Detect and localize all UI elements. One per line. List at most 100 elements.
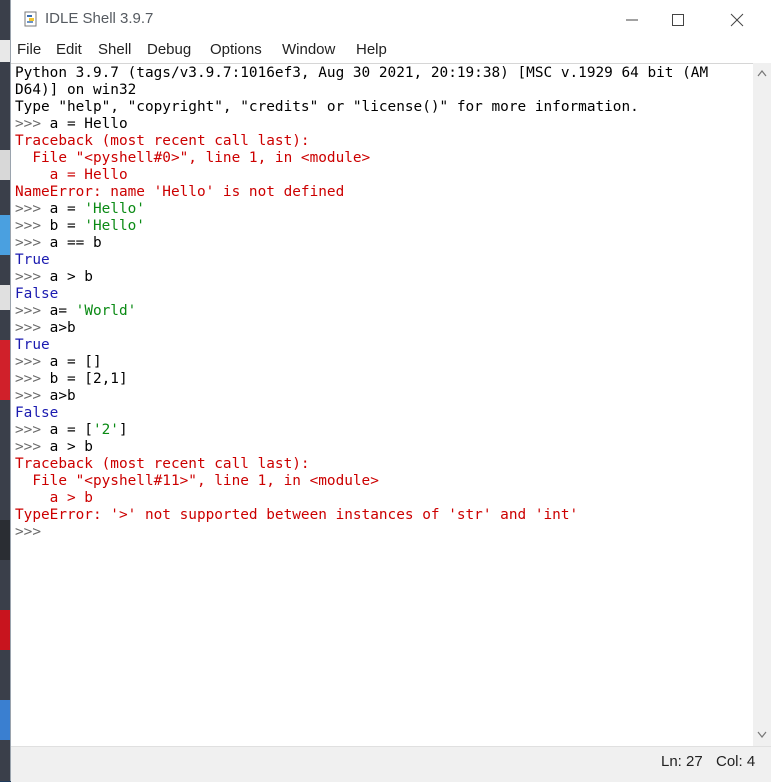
shell-text-segment: Type "help", "copyright", "credits" or "…: [15, 99, 639, 115]
shell-line: >>> a > b: [15, 269, 751, 286]
shell-text-segment: b = [2,1]: [49, 371, 128, 387]
shell-text-segment: a > b: [15, 490, 93, 506]
desktop-icon-fragment: [0, 285, 10, 310]
shell-line: File "<pyshell#11>", line 1, in <module>: [15, 473, 751, 490]
title-bar[interactable]: IDLE Shell 3.9.7: [11, 0, 771, 38]
shell-text-segment: Traceback (most recent call last):: [15, 133, 310, 149]
scroll-down-icon[interactable]: [757, 731, 767, 739]
shell-text-segment: a > b: [49, 439, 93, 455]
shell-line: >>> b = 'Hello': [15, 218, 751, 235]
shell-text-segment: ]: [118, 422, 128, 438]
menu-shell[interactable]: Shell: [98, 41, 131, 58]
shell-prompt: >>>: [15, 422, 50, 438]
shell-prompt: >>>: [15, 303, 50, 319]
shell-line: >>> a>b: [15, 320, 751, 337]
vertical-scrollbar[interactable]: [753, 63, 771, 746]
shell-text-area[interactable]: Python 3.9.7 (tags/v3.9.7:1016ef3, Aug 3…: [11, 63, 753, 747]
desktop-background-strip: [0, 0, 10, 781]
shell-line: D64)] on win32: [15, 82, 751, 99]
shell-prompt: >>>: [15, 320, 50, 336]
shell-line: >>>: [15, 524, 751, 541]
shell-line: True: [15, 337, 751, 354]
shell-text-segment: b =: [49, 218, 85, 234]
shell-line: TypeError: '>' not supported between ins…: [15, 507, 751, 524]
shell-text-segment: False: [15, 286, 59, 302]
menu-file[interactable]: File: [17, 41, 41, 58]
shell-text-segment: Traceback (most recent call last):: [15, 456, 310, 472]
shell-line: >>> a = 'Hello': [15, 201, 751, 218]
desktop-icon-fragment: [0, 520, 10, 560]
maximize-button[interactable]: [655, 0, 701, 38]
shell-line: True: [15, 252, 751, 269]
shell-line: >>> a = ['2']: [15, 422, 751, 439]
shell-text-segment: TypeError: '>' not supported between ins…: [15, 507, 579, 523]
shell-line: >>> a > b: [15, 439, 751, 456]
shell-text-segment: True: [15, 337, 50, 353]
window-title: IDLE Shell 3.9.7: [45, 10, 154, 27]
idle-shell-window: IDLE Shell 3.9.7 File Edit Shell Debug O…: [10, 0, 771, 782]
shell-line: File "<pyshell#0>", line 1, in <module>: [15, 150, 751, 167]
minimize-icon: [626, 19, 638, 21]
menu-help[interactable]: Help: [356, 41, 387, 58]
shell-prompt: >>>: [15, 201, 50, 217]
menu-edit[interactable]: Edit: [56, 41, 82, 58]
shell-text-segment: D64)] on win32: [15, 82, 137, 98]
shell-text-segment: a>b: [49, 320, 76, 336]
shell-line: a = Hello: [15, 167, 751, 184]
shell-text-segment: 'Hello': [84, 218, 145, 234]
idle-python-icon: [23, 11, 39, 27]
shell-text-segment: NameError: name 'Hello' is not defined: [15, 184, 345, 200]
close-button[interactable]: [714, 0, 760, 38]
desktop-icon-fragment: [0, 610, 10, 650]
shell-prompt: >>>: [15, 218, 50, 234]
shell-text-segment: False: [15, 405, 59, 421]
shell-text-segment: 'Hello': [84, 201, 145, 217]
shell-text-segment: a = []: [49, 354, 102, 370]
shell-prompt: >>>: [15, 388, 50, 404]
desktop-icon-fragment: [0, 700, 10, 740]
shell-prompt: >>>: [15, 524, 50, 540]
shell-text-segment: a=: [49, 303, 76, 319]
shell-text-segment: '2': [92, 422, 119, 438]
status-line: Ln: 27: [661, 753, 703, 770]
desktop-icon-fragment: [0, 340, 10, 400]
shell-text-segment: a > b: [49, 269, 93, 285]
shell-prompt: >>>: [15, 235, 50, 251]
shell-output[interactable]: Python 3.9.7 (tags/v3.9.7:1016ef3, Aug 3…: [15, 65, 751, 541]
shell-text-segment: a = Hello: [15, 167, 128, 183]
minimize-button[interactable]: [609, 0, 655, 38]
shell-text-segment: a =: [49, 201, 85, 217]
desktop-icon-fragment: [0, 215, 10, 255]
menu-debug[interactable]: Debug: [147, 41, 191, 58]
shell-line: Traceback (most recent call last):: [15, 133, 751, 150]
shell-prompt: >>>: [15, 269, 50, 285]
desktop-icon-fragment: [0, 40, 10, 62]
maximize-icon: [672, 14, 684, 26]
shell-line: False: [15, 286, 751, 303]
shell-text-segment: a == b: [49, 235, 102, 251]
shell-text-segment: a = [: [49, 422, 93, 438]
shell-text-segment: a>b: [49, 388, 76, 404]
shell-prompt: >>>: [15, 439, 50, 455]
shell-text-segment: a = Hello: [49, 116, 128, 132]
menu-bar: File Edit Shell Debug Options Window Hel…: [11, 38, 771, 63]
shell-prompt: >>>: [15, 116, 50, 132]
shell-line: >>> a= 'World': [15, 303, 751, 320]
shell-text-segment: 'World': [75, 303, 137, 319]
menu-window[interactable]: Window: [282, 41, 335, 58]
status-bar: Ln: 27 Col: 4: [11, 746, 771, 782]
scroll-up-icon[interactable]: [757, 69, 767, 77]
shell-line: >>> b = [2,1]: [15, 371, 751, 388]
shell-line: >>> a == b: [15, 235, 751, 252]
shell-prompt: >>>: [15, 371, 50, 387]
shell-text-segment: True: [15, 252, 50, 268]
shell-line: NameError: name 'Hello' is not defined: [15, 184, 751, 201]
desktop-icon-fragment: [0, 150, 10, 180]
shell-line: Traceback (most recent call last):: [15, 456, 751, 473]
close-icon: [730, 13, 744, 27]
shell-text-segment: Python 3.9.7 (tags/v3.9.7:1016ef3, Aug 3…: [15, 65, 709, 81]
menu-options[interactable]: Options: [210, 41, 262, 58]
shell-line: >>> a = Hello: [15, 116, 751, 133]
shell-line: a > b: [15, 490, 751, 507]
shell-line: >>> a>b: [15, 388, 751, 405]
